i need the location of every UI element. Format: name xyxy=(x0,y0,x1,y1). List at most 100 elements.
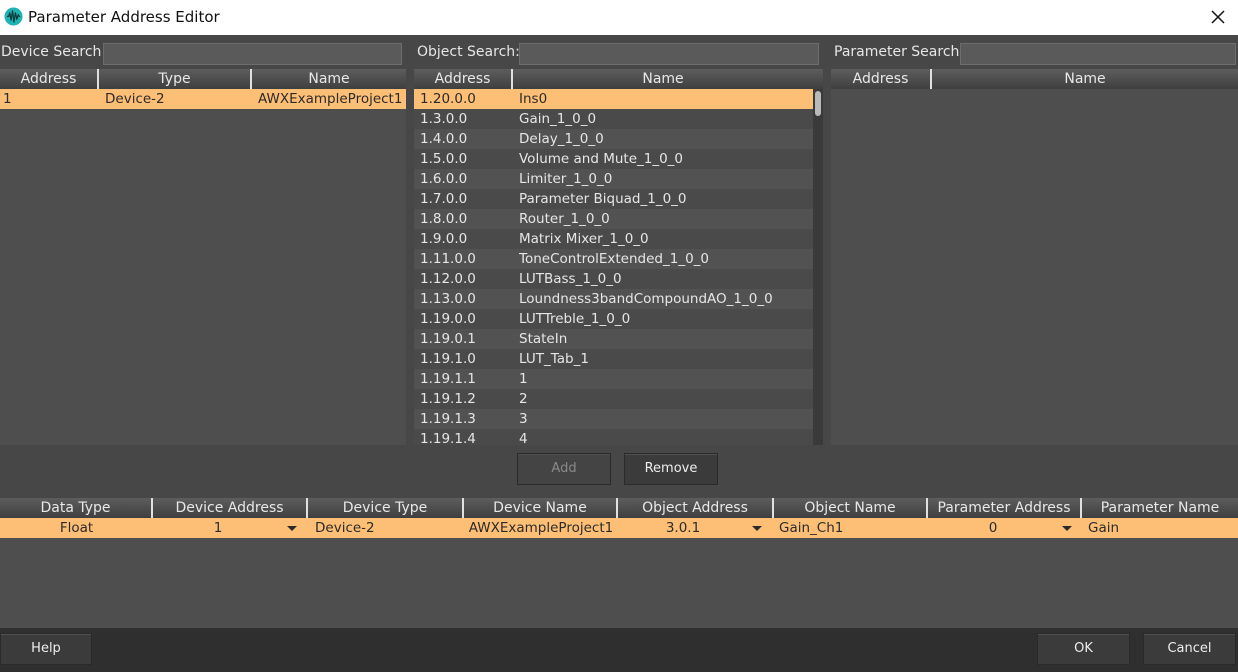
dialog-footer: Help OK Cancel xyxy=(0,628,1238,672)
table-row[interactable]: 1.12.0.0 LUTBass_1_0_0 xyxy=(414,269,813,289)
table-row[interactable]: 1.5.0.0 Volume and Mute_1_0_0 xyxy=(414,149,813,169)
table-row[interactable]: 1.9.0.0 Matrix Mixer_1_0_0 xyxy=(414,229,813,249)
ok-button[interactable]: OK xyxy=(1037,633,1130,665)
scrollbar-thumb[interactable] xyxy=(815,91,821,116)
cell-name: 1 xyxy=(519,371,528,387)
table-row[interactable]: 1 Device-2 AWXExampleProject1 xyxy=(0,89,406,109)
chevron-down-icon[interactable] xyxy=(287,526,297,531)
help-button[interactable]: Help xyxy=(0,633,92,665)
cell-name: Router_1_0_0 xyxy=(519,211,610,227)
cell-data-type: Float xyxy=(59,520,94,536)
column-header-address[interactable]: Address xyxy=(414,69,513,89)
cell-address: 1.8.0.0 xyxy=(420,211,468,227)
table-row[interactable]: 1.19.0.1 StateIn xyxy=(414,329,813,349)
dialog-body: Device Search: Object Search: Parameter … xyxy=(0,35,1238,672)
cell-name: 3 xyxy=(519,411,528,427)
cell-address: 1.19.1.2 xyxy=(420,391,476,407)
add-button[interactable]: Add xyxy=(517,453,611,485)
cell-address: 1.19.1.1 xyxy=(420,371,476,387)
column-header-device-name[interactable]: Device Name xyxy=(464,498,618,518)
column-header-address[interactable]: Address xyxy=(0,69,99,89)
cell-name: Limiter_1_0_0 xyxy=(519,171,613,187)
parameter-grid: Address Name xyxy=(831,69,1238,445)
cell-name: LUT_Tab_1 xyxy=(519,351,589,367)
parameter-search-input[interactable] xyxy=(960,43,1236,65)
cell-name: Matrix Mixer_1_0_0 xyxy=(519,231,649,247)
table-row[interactable]: 1.19.1.1 1 xyxy=(414,369,813,389)
object-grid-scrollbar[interactable] xyxy=(813,89,823,445)
table-row[interactable]: 1.4.0.0 Delay_1_0_0 xyxy=(414,129,813,149)
table-row[interactable]: 1.19.1.4 4 xyxy=(414,429,813,445)
cell-address: 1.5.0.0 xyxy=(420,151,468,167)
cell-name: Loundness3bandCompoundAO_1_0_0 xyxy=(519,291,773,307)
device-search-label: Device Search: xyxy=(1,44,107,60)
cell-device-address[interactable]: 1 xyxy=(153,518,283,538)
table-row[interactable]: 1.19.1.3 3 xyxy=(414,409,813,429)
cell-parameter-name: Gain xyxy=(1088,520,1120,536)
title-bar: Parameter Address Editor xyxy=(0,0,1238,35)
cancel-button[interactable]: Cancel xyxy=(1143,633,1236,665)
cell-type: Device-2 xyxy=(105,91,165,107)
table-row[interactable]: 1.8.0.0 Router_1_0_0 xyxy=(414,209,813,229)
cell-address: 1.11.0.0 xyxy=(420,251,476,267)
chevron-down-icon[interactable] xyxy=(752,526,762,531)
table-row[interactable]: 1.20.0.0 Ins0 xyxy=(414,89,813,109)
column-header-name[interactable]: Name xyxy=(513,69,813,89)
column-header-parameter-name[interactable]: Parameter Name xyxy=(1082,498,1238,518)
object-search-label: Object Search: xyxy=(417,44,520,60)
column-header-name[interactable]: Name xyxy=(252,69,406,89)
table-row[interactable]: 1.19.1.2 2 xyxy=(414,389,813,409)
cell-name: Delay_1_0_0 xyxy=(519,131,604,147)
cell-name: LUTBass_1_0_0 xyxy=(519,271,622,287)
column-header-address[interactable]: Address xyxy=(831,69,932,89)
cell-address: 1.19.0.0 xyxy=(420,311,476,327)
cell-address: 1.7.0.0 xyxy=(420,191,468,207)
cell-address: 1.12.0.0 xyxy=(420,271,476,287)
column-header-data-type[interactable]: Data Type xyxy=(0,498,153,518)
column-header-type[interactable]: Type xyxy=(99,69,252,89)
column-header-object-address[interactable]: Object Address xyxy=(618,498,774,518)
window-title: Parameter Address Editor xyxy=(28,8,220,26)
cell-device-name: AWXExampleProject1 xyxy=(468,520,614,536)
column-header-object-name[interactable]: Object Name xyxy=(774,498,928,518)
object-search-input[interactable] xyxy=(519,43,819,65)
parameter-search-label: Parameter Search: xyxy=(834,44,965,60)
parameter-grid-header: Address Name xyxy=(831,69,1238,89)
cell-name: 4 xyxy=(519,431,528,445)
mapping-grid: Data Type Device Address Device Type Dev… xyxy=(0,498,1238,628)
cell-name: AWXExampleProject1 xyxy=(258,91,403,107)
cell-device-type: Device-2 xyxy=(315,520,375,536)
column-header-parameter-address[interactable]: Parameter Address xyxy=(928,498,1082,518)
mapping-row[interactable]: Float 1 Device-2 AWXExampleProject1 3.0.1 Gai… xyxy=(0,518,1238,538)
device-search-input[interactable] xyxy=(103,43,402,65)
table-row[interactable]: 1.6.0.0 Limiter_1_0_0 xyxy=(414,169,813,189)
close-icon[interactable] xyxy=(1206,6,1230,28)
table-row[interactable]: 1.3.0.0 Gain_1_0_0 xyxy=(414,109,813,129)
table-row[interactable]: 1.7.0.0 Parameter Biquad_1_0_0 xyxy=(414,189,813,209)
cell-object-address[interactable]: 3.0.1 xyxy=(618,518,748,538)
cell-name: Ins0 xyxy=(519,91,548,107)
table-row[interactable]: 1.19.0.0 LUTTreble_1_0_0 xyxy=(414,309,813,329)
cell-name: Parameter Biquad_1_0_0 xyxy=(519,191,687,207)
column-header-device-address[interactable]: Device Address xyxy=(153,498,308,518)
column-header-device-type[interactable]: Device Type xyxy=(308,498,464,518)
table-row[interactable]: 1.11.0.0 ToneControlExtended_1_0_0 xyxy=(414,249,813,269)
remove-button[interactable]: Remove xyxy=(624,453,718,485)
cell-address: 1 xyxy=(3,91,12,107)
column-header-name[interactable]: Name xyxy=(932,69,1238,89)
table-row[interactable]: 1.19.1.0 LUT_Tab_1 xyxy=(414,349,813,369)
cell-address: 1.9.0.0 xyxy=(420,231,468,247)
chevron-down-icon[interactable] xyxy=(1062,526,1072,531)
device-grid: Address Type Name 1 Device-2 AWXExamplePro… xyxy=(0,69,406,445)
cell-parameter-address[interactable]: 0 xyxy=(928,518,1058,538)
object-grid-header: Address Name xyxy=(414,69,823,89)
cell-name: Volume and Mute_1_0_0 xyxy=(519,151,684,167)
cell-address: 1.6.0.0 xyxy=(420,171,468,187)
cell-address: 1.19.1.3 xyxy=(420,411,476,427)
app-waveform-icon xyxy=(4,7,23,26)
cell-address: 1.4.0.0 xyxy=(420,131,468,147)
cell-address: 1.3.0.0 xyxy=(420,111,468,127)
cell-address: 1.19.0.1 xyxy=(420,331,476,347)
table-row[interactable]: 1.13.0.0 Loundness3bandCompoundAO_1_0_0 xyxy=(414,289,813,309)
device-grid-header: Address Type Name xyxy=(0,69,406,89)
